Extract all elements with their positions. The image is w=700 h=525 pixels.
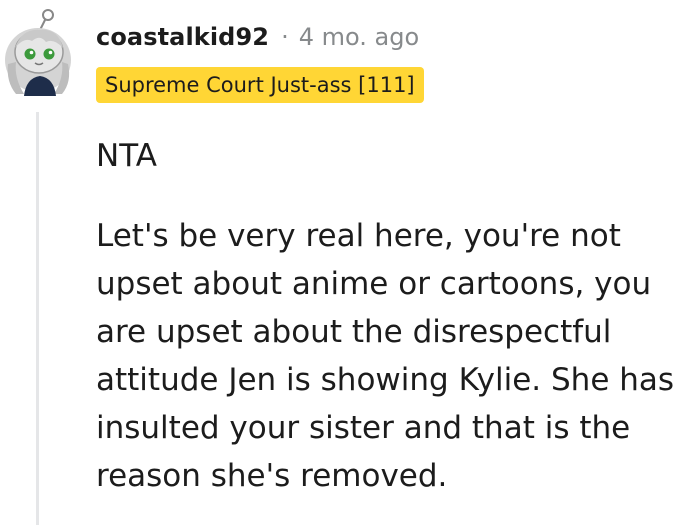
- user-avatar[interactable]: [2, 8, 78, 96]
- comment-body: NTA Let's be very real here, you're not …: [96, 132, 700, 500]
- snoo-avatar-icon: [5, 9, 71, 96]
- comment-paragraph: NTA: [96, 138, 157, 174]
- thread-collapse-line[interactable]: [36, 112, 39, 525]
- comment-paragraph: Let's be very real here, you're not upse…: [96, 218, 675, 494]
- user-flair: Supreme Court Just-ass [111]: [96, 67, 424, 103]
- username-link[interactable]: coastalkid92: [96, 23, 269, 51]
- comment-timestamp[interactable]: 4 mo. ago: [299, 23, 419, 51]
- meta-separator: ·: [281, 23, 289, 51]
- comment: coastalkid92 · 4 mo. ago Supreme Court J…: [0, 0, 700, 525]
- comment-meta: coastalkid92 · 4 mo. ago: [96, 17, 419, 57]
